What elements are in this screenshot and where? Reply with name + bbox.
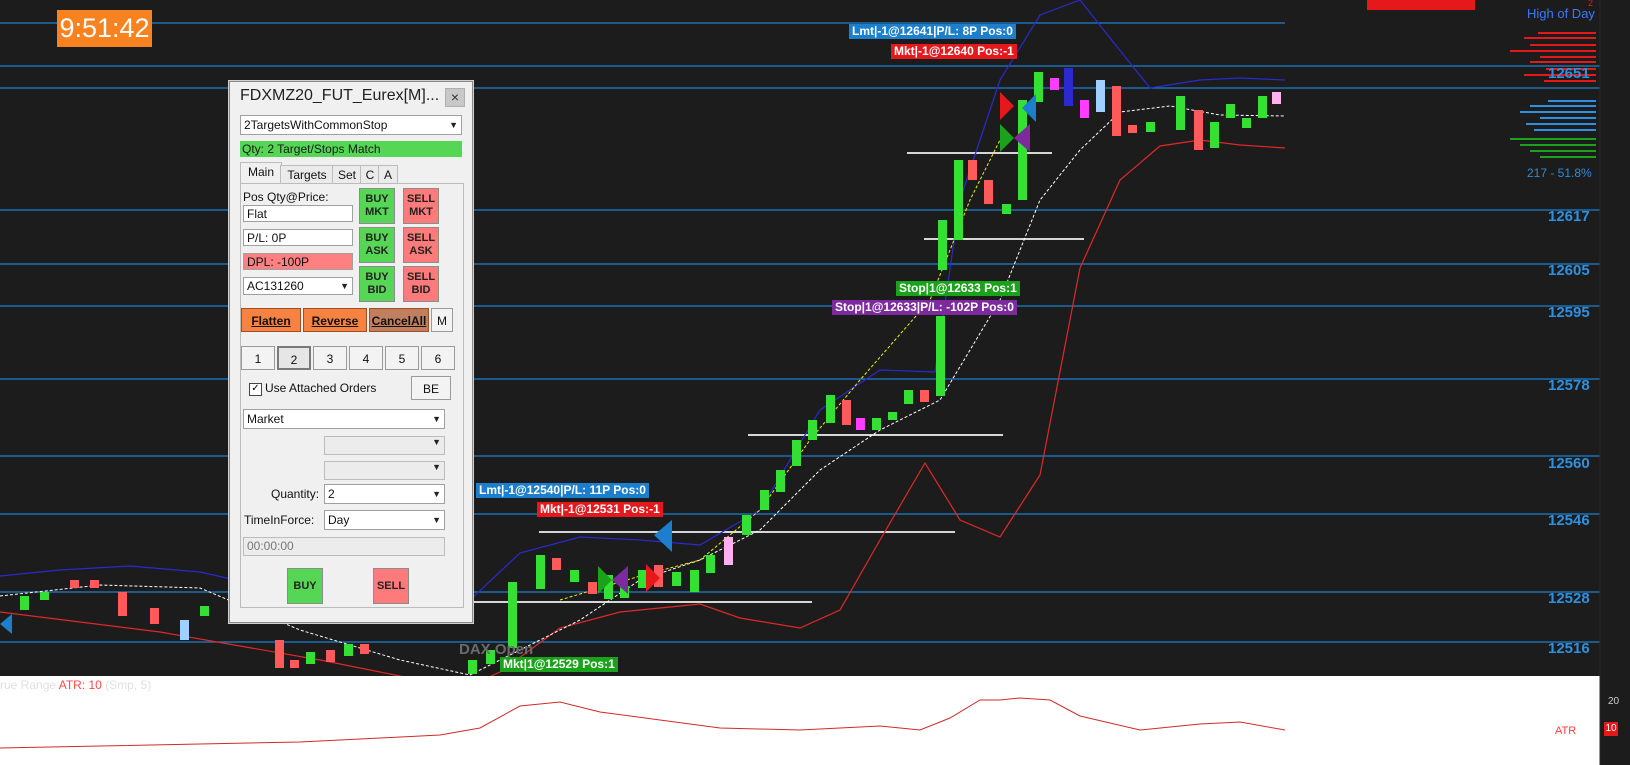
order-label-mkt[interactable]: Mkt|-1@12531 Pos:-1 <box>537 502 663 517</box>
quantity-select[interactable]: 2 ▼ <box>324 484 445 504</box>
order-entry-panel: FDXMZ20_FUT_Eurex[M]... × 2TargetsWithCo… <box>229 81 473 623</box>
price-label: 12560 <box>1548 455 1590 472</box>
buy-ask-button[interactable]: BUY ASK <box>359 227 395 263</box>
sell-ask-button[interactable]: SELL ASK <box>403 227 439 263</box>
high-of-day-count: 2 <box>1588 0 1594 8</box>
price-label: 12617 <box>1548 208 1590 225</box>
tab-c[interactable]: C <box>360 165 380 184</box>
order-label-mkt[interactable]: Mkt|-1@12640 Pos:-1 <box>891 44 1017 59</box>
chevron-down-icon: ▼ <box>432 515 441 525</box>
tab-targets[interactable]: Targets <box>280 165 334 184</box>
buy-bid-button[interactable]: BUY BID <box>359 266 395 302</box>
chevron-down-icon: ▼ <box>432 462 441 472</box>
sell-mkt-button[interactable]: SELL MKT <box>403 188 439 224</box>
atr-label: ATR <box>1555 725 1577 737</box>
order-label-lmt[interactable]: Lmt|-1@12641|P/L: 8P Pos:0 <box>849 24 1016 39</box>
reverse-button[interactable]: Reverse <box>303 308 367 332</box>
quantity-value: 2 <box>328 487 335 501</box>
price-select-2[interactable]: ▼ <box>324 461 445 480</box>
price-label: 12651 <box>1548 65 1590 82</box>
indicator-title: rue Range ATR: 10 (Smp, 5) <box>0 678 151 692</box>
pl-field: P/L: 0P <box>243 229 353 246</box>
pos-label: Pos Qty@Price: <box>243 190 329 204</box>
qty-5-button[interactable]: 5 <box>385 346 419 370</box>
panel-title-bar[interactable]: FDXMZ20_FUT_Eurex[M]... × <box>230 82 472 110</box>
buy-mkt-button[interactable]: BUY MKT <box>359 188 395 224</box>
order-label-lmt[interactable]: Lmt|-1@12540|P/L: 11P Pos:0 <box>476 483 649 498</box>
sell-button[interactable]: SELL <box>373 568 409 604</box>
position-field: Flat <box>243 205 353 222</box>
volume-percent: 217 - 51.8% <box>1527 166 1592 180</box>
price-label: 12546 <box>1548 512 1590 529</box>
chevron-down-icon: ▼ <box>432 437 441 447</box>
price-label: 12605 <box>1548 262 1590 279</box>
top-red-badge <box>1367 0 1475 10</box>
account-value: AC131260 <box>247 279 304 293</box>
buy-button[interactable]: BUY <box>287 568 323 604</box>
tif-select[interactable]: Day ▼ <box>324 510 445 530</box>
qty-3-button[interactable]: 3 <box>313 346 347 370</box>
qty-4-button[interactable]: 4 <box>349 346 383 370</box>
price-label: 12528 <box>1548 590 1590 607</box>
high-of-day-label: High of Day <box>1527 6 1595 21</box>
strategy-select[interactable]: 2TargetsWithCommonStop ▼ <box>240 115 462 135</box>
atr-value-badge: 10 <box>1604 722 1618 736</box>
tab-main[interactable]: Main <box>240 162 282 185</box>
time-field[interactable]: 00:00:00 <box>243 537 445 556</box>
price-select-1[interactable]: ▼ <box>324 436 445 455</box>
chevron-down-icon: ▼ <box>449 120 458 130</box>
main-tab-body: Pos Qty@Price: Flat P/L: 0P DPL: -100P A… <box>240 183 464 608</box>
strategy-value: 2TargetsWithCommonStop <box>244 118 388 132</box>
price-label: 12595 <box>1548 304 1590 321</box>
order-label-stop[interactable]: Stop|1@12633 Pos:1 <box>896 281 1020 296</box>
panel-tabs: Main Targets Set C A <box>240 162 462 185</box>
dpl-field: DPL: -100P <box>243 253 353 270</box>
order-label-mkt[interactable]: Mkt|1@12529 Pos:1 <box>500 657 618 672</box>
m-button[interactable]: M <box>431 308 453 332</box>
order-type-select[interactable]: Market ▼ <box>243 409 445 429</box>
chevron-down-icon: ▼ <box>432 414 441 424</box>
indicator-axis-tick: 20 <box>1608 696 1620 707</box>
qty-6-button[interactable]: 6 <box>421 346 455 370</box>
tab-set[interactable]: Set <box>332 165 362 184</box>
cancel-all-button[interactable]: CancelAll <box>369 308 429 332</box>
panel-title: FDXMZ20_FUT_Eurex[M]... <box>240 87 440 104</box>
chevron-down-icon: ▼ <box>432 489 441 499</box>
dax-open-label: DAX Open <box>459 641 534 658</box>
qty-1-button[interactable]: 1 <box>241 346 275 370</box>
order-type-value: Market <box>247 412 284 426</box>
use-attached-label: Use Attached Orders <box>265 381 377 395</box>
clock: 9:51:42 <box>57 10 152 47</box>
status-bar: Qty: 2 Target/Stops Match <box>240 141 462 157</box>
sell-bid-button[interactable]: SELL BID <box>403 266 439 302</box>
price-label: 12578 <box>1548 377 1590 394</box>
qty-2-button[interactable]: 2 <box>277 346 311 370</box>
indicator-name: rue Range <box>0 678 57 692</box>
quantity-label: Quantity: <box>271 487 320 501</box>
tab-a[interactable]: A <box>378 165 398 184</box>
tif-label: TimeInForce: <box>244 513 315 527</box>
tif-value: Day <box>328 513 350 527</box>
flatten-button[interactable]: Flatten <box>241 308 301 332</box>
chevron-down-icon: ▼ <box>340 281 349 291</box>
indicator-atr: ATR: 10 <box>58 678 102 692</box>
use-attached-checkbox[interactable]: ✓ <box>249 383 262 396</box>
order-label-stop[interactable]: Stop|1@12633|P/L: -102P Pos:0 <box>832 300 1017 315</box>
be-button[interactable]: BE <box>411 376 451 400</box>
indicator-smp: (Smp, 5) <box>105 678 152 692</box>
account-select[interactable]: AC131260 ▼ <box>243 277 353 295</box>
price-label: 12516 <box>1548 640 1590 657</box>
close-icon[interactable]: × <box>445 88 465 107</box>
